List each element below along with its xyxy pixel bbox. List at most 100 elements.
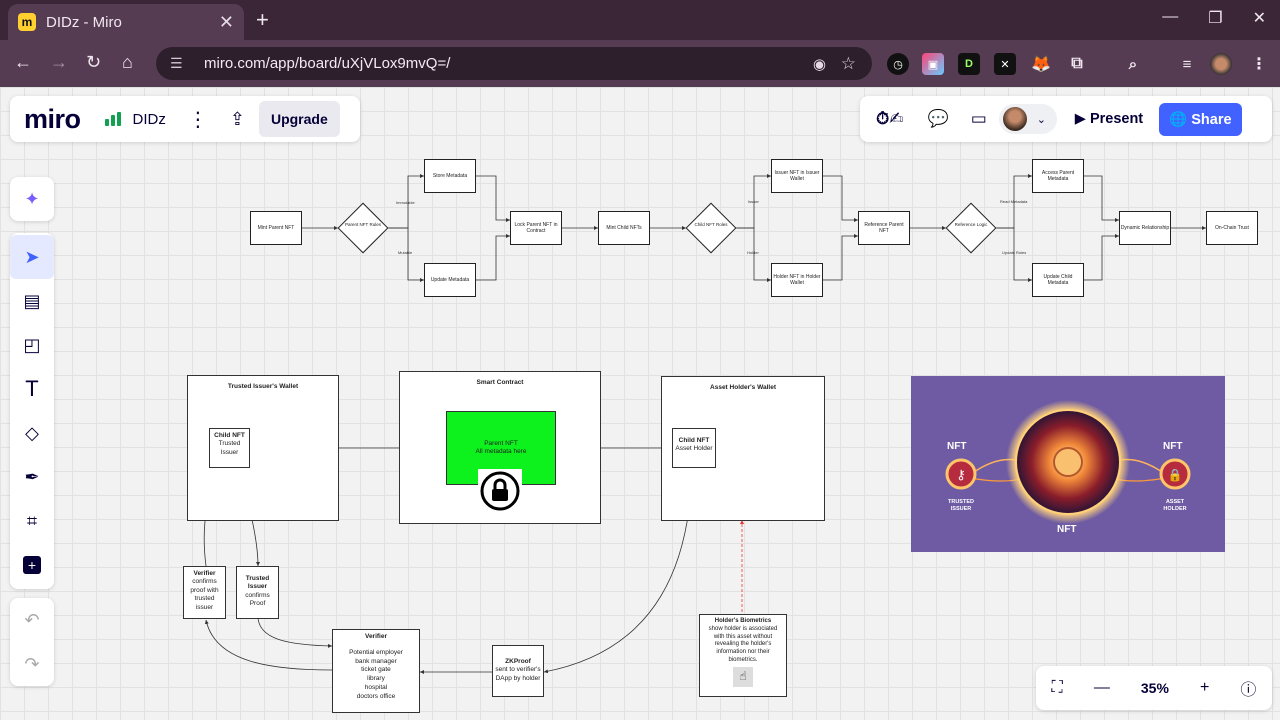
board-header-panel: miro DIDz ⋮ ⇪ Upgrade bbox=[10, 96, 360, 142]
node-text: All metadata here bbox=[475, 448, 527, 456]
flow-node-lock-parent[interactable]: Lock Parent NFT in Contract bbox=[510, 211, 562, 245]
caption-line: HOLDER bbox=[1163, 506, 1187, 513]
profile-avatar-icon[interactable] bbox=[1210, 53, 1232, 75]
node-text: hospital bbox=[364, 683, 388, 691]
back-icon[interactable]: ← bbox=[14, 52, 32, 73]
comments-icon[interactable]: 💬 bbox=[928, 109, 949, 129]
node-text: Issuer bbox=[220, 448, 239, 456]
select-icon[interactable]: ➤ bbox=[10, 235, 54, 279]
board-menu-icon[interactable]: ⋮ bbox=[188, 107, 208, 132]
nft-illustration-image[interactable]: ⚷ 🔒 NFT NFT NFT TRUSTED ISSUER ASSET HOL… bbox=[911, 376, 1225, 552]
node-child-nft-holder[interactable]: Child NFT Asset Holder bbox=[672, 428, 716, 468]
extension-metamask-icon[interactable]: 🦊 bbox=[1030, 53, 1052, 75]
fit-to-screen-icon[interactable]: ⛶ bbox=[1052, 679, 1063, 697]
reload-icon[interactable]: ↻ bbox=[86, 52, 101, 73]
reading-list-icon[interactable]: ≡ bbox=[1176, 53, 1198, 75]
zoom-level[interactable]: 35% bbox=[1141, 680, 1169, 696]
miro-favicon-icon: m bbox=[18, 13, 36, 31]
text-icon[interactable]: T bbox=[10, 367, 54, 411]
edge-label-immutable: Immutable bbox=[396, 200, 415, 205]
node-text: library bbox=[367, 675, 385, 683]
search-tabs-icon[interactable]: ⌕ bbox=[1122, 53, 1144, 75]
caption-line: TRUSTED bbox=[948, 499, 974, 505]
node-child-nft-issuer[interactable]: Child NFT Trusted Issuer bbox=[209, 428, 250, 468]
node-text: proof with bbox=[190, 586, 219, 594]
caption-line: ASSET bbox=[1165, 499, 1185, 505]
browser-tab-strip: m DIDz - Miro ✕ + — ❐ ✕ bbox=[0, 0, 1280, 40]
collaborators-button[interactable]: ⌄ bbox=[998, 104, 1057, 134]
trusted-issuer-caption: TRUSTED ISSUER bbox=[937, 499, 985, 513]
home-icon[interactable]: ⌂ bbox=[122, 52, 133, 73]
frame-icon[interactable]: ⌗ bbox=[10, 499, 54, 543]
new-tab-icon[interactable]: + bbox=[256, 7, 269, 33]
upgrade-button[interactable]: Upgrade bbox=[258, 101, 340, 137]
flow-node-update-child[interactable]: Update Child Metadata bbox=[1032, 263, 1084, 297]
flow-node-onchain-trust[interactable]: On-Chain Trust bbox=[1206, 211, 1258, 245]
zoom-out-icon[interactable]: — bbox=[1094, 679, 1110, 697]
present-button[interactable]: ▶ Present bbox=[1065, 103, 1153, 135]
pen-icon[interactable]: ✒ bbox=[10, 455, 54, 499]
flow-node-mint-child[interactable]: Mint Child NFTs bbox=[598, 211, 650, 245]
address-bar[interactable]: ☰ miro.com/app/board/uXjVLox9mvQ=/ ◉ ☆ bbox=[156, 47, 872, 80]
site-info-icon[interactable]: ☰ bbox=[170, 55, 192, 72]
minimize-icon[interactable]: — bbox=[1162, 8, 1178, 28]
node-verifier-small[interactable]: Verifier confirms proof with trusted iss… bbox=[183, 566, 226, 619]
flow-node-issuer-nft[interactable]: Issuer NFT in Issuer Wallet bbox=[771, 159, 823, 193]
restore-icon[interactable]: ❐ bbox=[1208, 8, 1222, 28]
ai-tool-panel: ✦ bbox=[10, 177, 54, 221]
shapes-icon[interactable]: ◇ bbox=[10, 411, 54, 455]
flow-node-dynamic-relationship[interactable]: Dynamic Relationship bbox=[1119, 211, 1171, 245]
undo-icon[interactable]: ↶ bbox=[10, 598, 54, 642]
node-verifier-big[interactable]: Verifier Potential employer bank manager… bbox=[332, 629, 420, 713]
more-icon[interactable]: + bbox=[10, 543, 54, 587]
ai-assist-icon[interactable]: ✦ bbox=[10, 177, 54, 221]
node-holder-biometrics[interactable]: Holder's Biometrics show holder is assoc… bbox=[699, 614, 787, 697]
zoom-in-icon[interactable]: + bbox=[1200, 679, 1209, 697]
forward-icon[interactable]: → bbox=[50, 52, 68, 73]
extension-clock-icon[interactable]: ◷ bbox=[887, 53, 909, 75]
node-text: revealing the holder's bbox=[714, 641, 772, 648]
padlock-icon: 🔒 bbox=[1168, 468, 1183, 482]
node-text: confirms bbox=[245, 591, 270, 599]
node-text: with this asset without bbox=[713, 633, 773, 640]
node-trusted-issuer-small[interactable]: Trusted Issuer confirms Proof bbox=[236, 566, 279, 619]
node-text: Trusted bbox=[218, 440, 241, 448]
video-call-icon[interactable]: ▭ bbox=[971, 109, 987, 129]
board-name[interactable]: DIDz bbox=[133, 111, 166, 128]
bookmark-star-icon[interactable]: ☆ bbox=[841, 54, 856, 74]
close-window-icon[interactable]: ✕ bbox=[1253, 8, 1266, 28]
miro-logo[interactable]: miro bbox=[24, 104, 81, 135]
node-title: Parent NFT bbox=[484, 440, 518, 447]
flow-node-holder-nft[interactable]: Holder NFT in Holder Wallet bbox=[771, 263, 823, 297]
browser-tab[interactable]: m DIDz - Miro ✕ bbox=[8, 4, 244, 40]
flow-node-reference-parent[interactable]: Reference Parent NFT bbox=[858, 211, 910, 245]
tracking-eye-icon[interactable]: ◉ bbox=[813, 55, 826, 73]
flow-node-access-parent[interactable]: Access Parent Metadata bbox=[1032, 159, 1084, 193]
flow-decision-label: Child NFT Roles bbox=[694, 222, 728, 227]
extensions-puzzle-icon[interactable]: ⧉ bbox=[1066, 53, 1088, 75]
node-text: Asset Holder bbox=[675, 445, 713, 453]
frame-title: Smart Contract bbox=[476, 379, 524, 386]
flow-node-store-metadata[interactable]: Store Metadata bbox=[424, 159, 476, 193]
flow-node-mint-parent[interactable]: Mint Parent NFT bbox=[250, 211, 302, 245]
redo-icon[interactable]: ↷ bbox=[10, 642, 54, 686]
board-activity-icon[interactable] bbox=[104, 112, 121, 126]
share-button[interactable]: 🌐 Share bbox=[1159, 102, 1242, 136]
browser-menu-icon[interactable]: ⋮ bbox=[1248, 53, 1270, 75]
extension-document-icon[interactable]: D bbox=[958, 53, 980, 75]
sticky-note-icon[interactable]: ◰ bbox=[10, 323, 54, 367]
export-upload-icon[interactable]: ⇪ bbox=[230, 109, 245, 130]
node-text: confirms bbox=[192, 578, 217, 586]
reactions-timer-icon[interactable]: ⏱✍ bbox=[876, 109, 904, 129]
node-zkproof[interactable]: ZKProof sent to verifier's DApp by holde… bbox=[492, 645, 544, 697]
tab-title: DIDz - Miro bbox=[46, 13, 122, 31]
node-text: ticket gate bbox=[361, 666, 391, 674]
fingerprint-icon: ☝ bbox=[733, 666, 753, 687]
flow-node-update-metadata[interactable]: Update Metadata bbox=[424, 263, 476, 297]
extension-x-icon[interactable]: ✕ bbox=[994, 53, 1016, 75]
extension-color-icon[interactable]: ▣ bbox=[922, 53, 944, 75]
node-text: biometrics. bbox=[728, 656, 758, 663]
help-icon[interactable]: ⓘ bbox=[1240, 676, 1256, 700]
close-tab-icon[interactable]: ✕ bbox=[219, 12, 234, 33]
template-icon[interactable]: ▤ bbox=[10, 279, 54, 323]
